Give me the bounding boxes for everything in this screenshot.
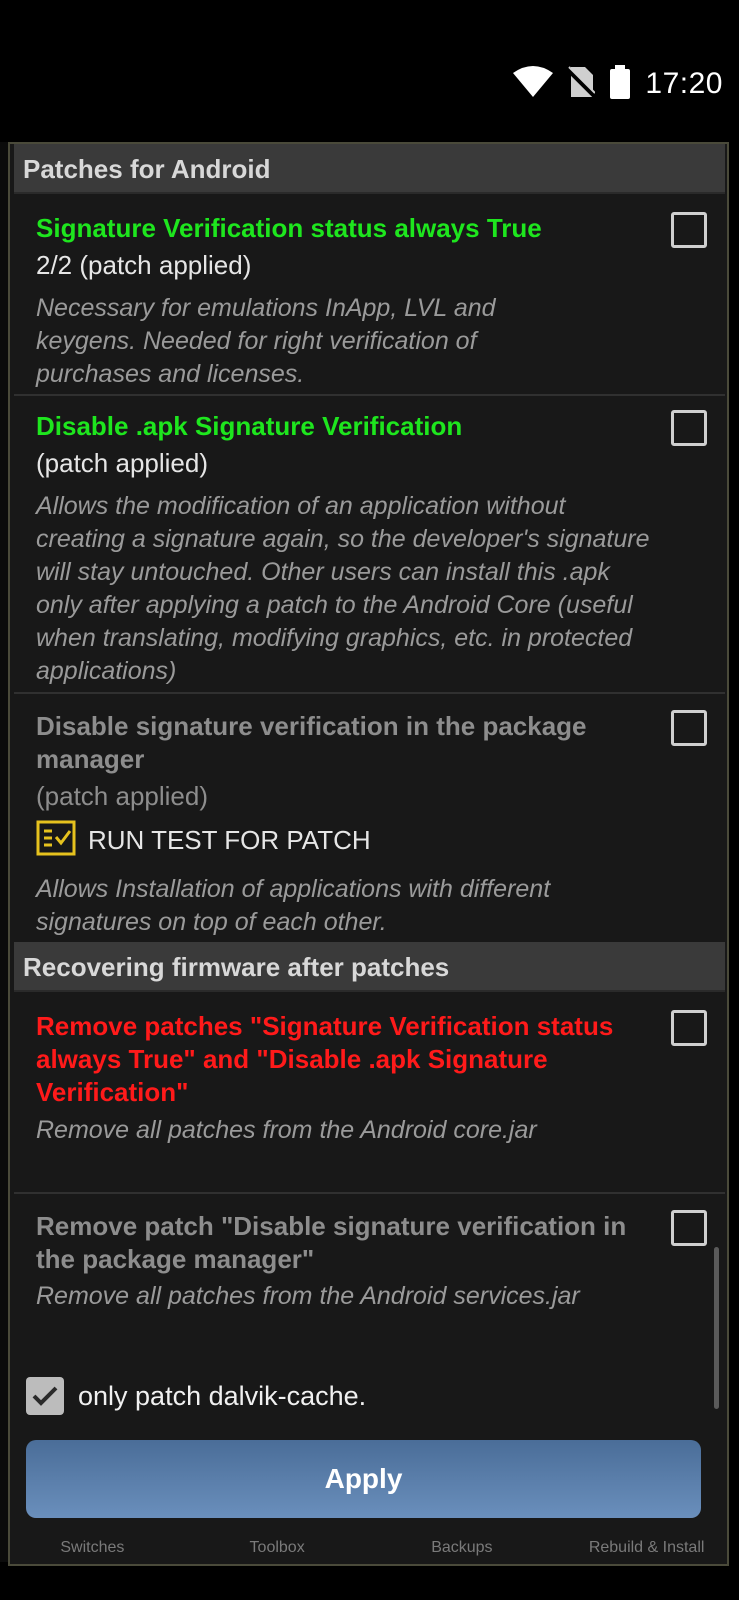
run-test-label: RUN TEST FOR PATCH [88,824,371,855]
patch-checkbox[interactable] [671,1010,707,1046]
patch-item-disable-apk-signature[interactable]: Disable .apk Signature Verification (pat… [14,396,725,692]
patch-status: 2/2 (patch applied) [36,250,252,280]
only-dalvik-label: only patch dalvik-cache. [78,1380,367,1411]
section-title: Patches for Android [23,154,271,184]
patch-title: Disable signature verification in the pa… [36,711,587,774]
run-test-button[interactable]: RUN TEST FOR PATCH [36,820,371,860]
wifi-icon [513,65,554,104]
tab-rebuild-install[interactable]: Rebuild & Install [554,1535,739,1565]
patch-title: Disable .apk Signature Verification [36,411,463,441]
apply-button[interactable]: Apply [26,1440,701,1518]
status-time: 17:20 [645,67,723,100]
patch-checkbox[interactable] [671,212,707,248]
patch-description: Allows Installation of applications with… [36,875,551,936]
section-header-recovering: Recovering firmware after patches [14,942,725,992]
remove-patch-item-services[interactable]: Remove patch "Disable signature verifica… [14,1194,725,1344]
patch-title: Remove patches "Signature Verification s… [36,1011,614,1107]
patch-item-signature-status[interactable]: Signature Verification status always Tru… [14,196,725,394]
status-icons: 17:20 [513,62,723,106]
no-sim-icon [566,65,597,104]
checkmark-icon [32,1386,58,1406]
patch-checkbox[interactable] [671,1210,707,1246]
patch-description: Allows the modification of an applicatio… [36,492,650,685]
battery-icon [609,64,631,104]
section-title: Recovering firmware after patches [23,952,450,982]
remove-patches-item-core[interactable]: Remove patches "Signature Verification s… [14,994,725,1192]
tab-toolbox[interactable]: Toolbox [185,1535,370,1565]
patch-title: Remove patch "Disable signature verifica… [36,1211,627,1274]
patch-status: (patch applied) [36,781,208,811]
patch-description: Remove all patches from the Android core… [36,1116,537,1144]
patch-title: Signature Verification status always Tru… [36,213,542,243]
only-dalvik-checkbox[interactable] [26,1377,64,1415]
patch-item-package-manager[interactable]: Disable signature verification in the pa… [14,694,725,942]
section-header-patches: Patches for Android [14,144,725,194]
patch-dialog: Patches for Android Signature Verificati… [8,142,729,1566]
patch-description: Remove all patches from the Android serv… [36,1282,580,1310]
patch-checkbox[interactable] [671,410,707,446]
patch-status: (patch applied) [36,448,208,478]
bottom-tabs: Switches Toolbox Backups Rebuild & Insta… [0,1535,739,1565]
checklist-icon [36,820,76,861]
navigation-bar [0,1566,739,1600]
tab-switches[interactable]: Switches [0,1535,185,1565]
scrollbar[interactable] [714,1247,719,1409]
patch-description: Necessary for emulations InApp, LVL and … [36,294,496,388]
status-bar: 17:20 [0,0,739,142]
patch-checkbox[interactable] [671,710,707,746]
only-dalvik-option[interactable]: only patch dalvik-cache. [26,1374,366,1418]
tab-backups[interactable]: Backups [370,1535,555,1565]
